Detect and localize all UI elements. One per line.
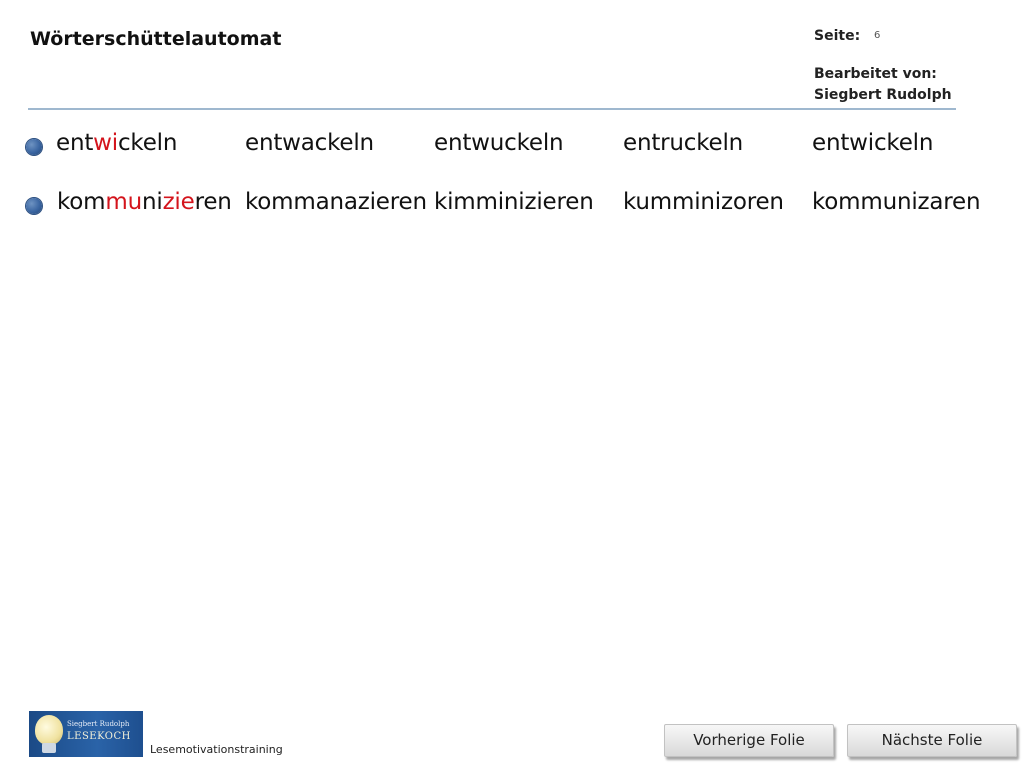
previous-slide-button[interactable]: Vorherige Folie <box>664 724 834 757</box>
next-slide-button[interactable]: Nächste Folie <box>847 724 1017 757</box>
word-row: kommunizieren kommanazieren kimminiziere… <box>26 189 1006 223</box>
page-label: Seite: <box>814 28 861 44</box>
bullet-icon <box>26 198 42 214</box>
variant-word: entwackeln <box>245 130 374 156</box>
variant-word: entwuckeln <box>434 130 564 156</box>
variant-word: entwickeln <box>812 130 934 156</box>
logo-author: Siegbert Rudolph <box>67 720 130 728</box>
word-part: ent <box>56 130 94 156</box>
word-part-highlight: mu <box>105 189 142 215</box>
slide-title: Wörterschüttelautomat <box>30 28 282 50</box>
editor-name: Siegbert Rudolph <box>814 87 952 103</box>
lightbulb-base-icon <box>42 743 56 753</box>
word-row: entwickeln entwackeln entwuckeln entruck… <box>26 130 1006 164</box>
word-part: kom <box>57 189 106 215</box>
header-divider <box>28 108 956 110</box>
bullet-icon <box>26 139 42 155</box>
word-part: ren <box>194 189 232 215</box>
footer-caption: Lesemotivationstraining <box>150 743 283 756</box>
variant-word: kimminizieren <box>434 189 594 215</box>
variant-word: entruckeln <box>623 130 744 156</box>
edited-by-label: Bearbeitet von: <box>814 66 937 82</box>
variant-word: kommunizaren <box>812 189 981 215</box>
target-word: entwickeln <box>56 130 177 156</box>
word-part: ckeln <box>117 130 178 156</box>
target-word: kommunizieren <box>57 189 232 215</box>
lightbulb-icon <box>35 715 63 745</box>
word-part: ni <box>141 189 163 215</box>
page-number: 6 <box>874 30 881 41</box>
lesekoch-logo: Siegbert Rudolph LESEKOCH <box>29 711 143 757</box>
word-part-highlight: wi <box>93 130 118 156</box>
logo-wordmark: LESEKOCH <box>67 731 131 742</box>
variant-word: kumminizoren <box>623 189 784 215</box>
word-part-highlight: zie <box>162 189 195 215</box>
variant-word: kommanazieren <box>245 189 427 215</box>
